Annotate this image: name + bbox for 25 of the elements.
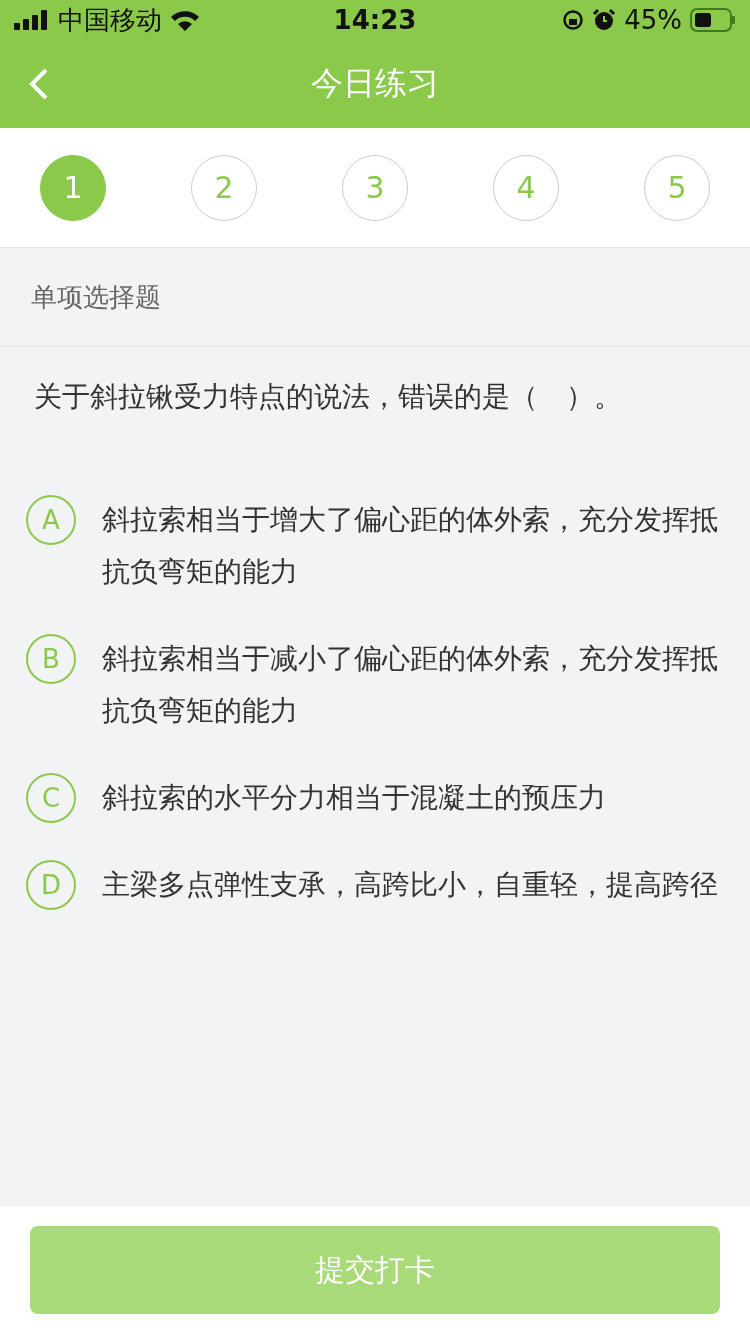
question-type: 单项选择题 xyxy=(31,280,161,314)
question-number[interactable]: 5 xyxy=(644,154,710,221)
battery-icon xyxy=(690,8,736,32)
question-text: 关于斜拉锹受力特点的说法，错误的是（ ）。 xyxy=(34,379,623,415)
question-number[interactable]: 3 xyxy=(342,154,408,221)
option-text[interactable]: 斜拉索的水平分力相当于混凝土的预压力 xyxy=(102,772,606,824)
question-number[interactable]: 4 xyxy=(493,154,559,221)
rotation-lock-icon xyxy=(562,9,585,31)
option-text[interactable]: 斜拉索相当于增大了偏心距的体外索，充分发挥抵抗负弯矩的能力 xyxy=(102,494,720,598)
status-time: 14:23 xyxy=(333,5,417,35)
wifi-icon xyxy=(170,9,200,31)
alarm-icon xyxy=(592,8,617,32)
option-text[interactable]: 主梁多点弹性支承，高跨比小，自重轻，提高跨径 xyxy=(102,859,718,911)
back-button[interactable] xyxy=(28,67,50,101)
signal-icon xyxy=(14,10,50,30)
option-radio[interactable]: A xyxy=(26,495,76,545)
battery-percent: 45% xyxy=(624,5,682,35)
question-number[interactable]: 1 xyxy=(40,154,106,221)
option-radio[interactable]: C xyxy=(26,773,76,823)
question-number[interactable]: 2 xyxy=(191,154,257,221)
carrier-name: 中国移动 xyxy=(58,3,162,37)
option-radio[interactable]: B xyxy=(26,634,76,684)
option-text[interactable]: 斜拉索相当于减小了偏心距的体外索，充分发挥抵抗负弯矩的能力 xyxy=(102,633,720,737)
page-title: 今日练习 xyxy=(311,63,439,104)
option-radio[interactable]: D xyxy=(26,860,76,910)
